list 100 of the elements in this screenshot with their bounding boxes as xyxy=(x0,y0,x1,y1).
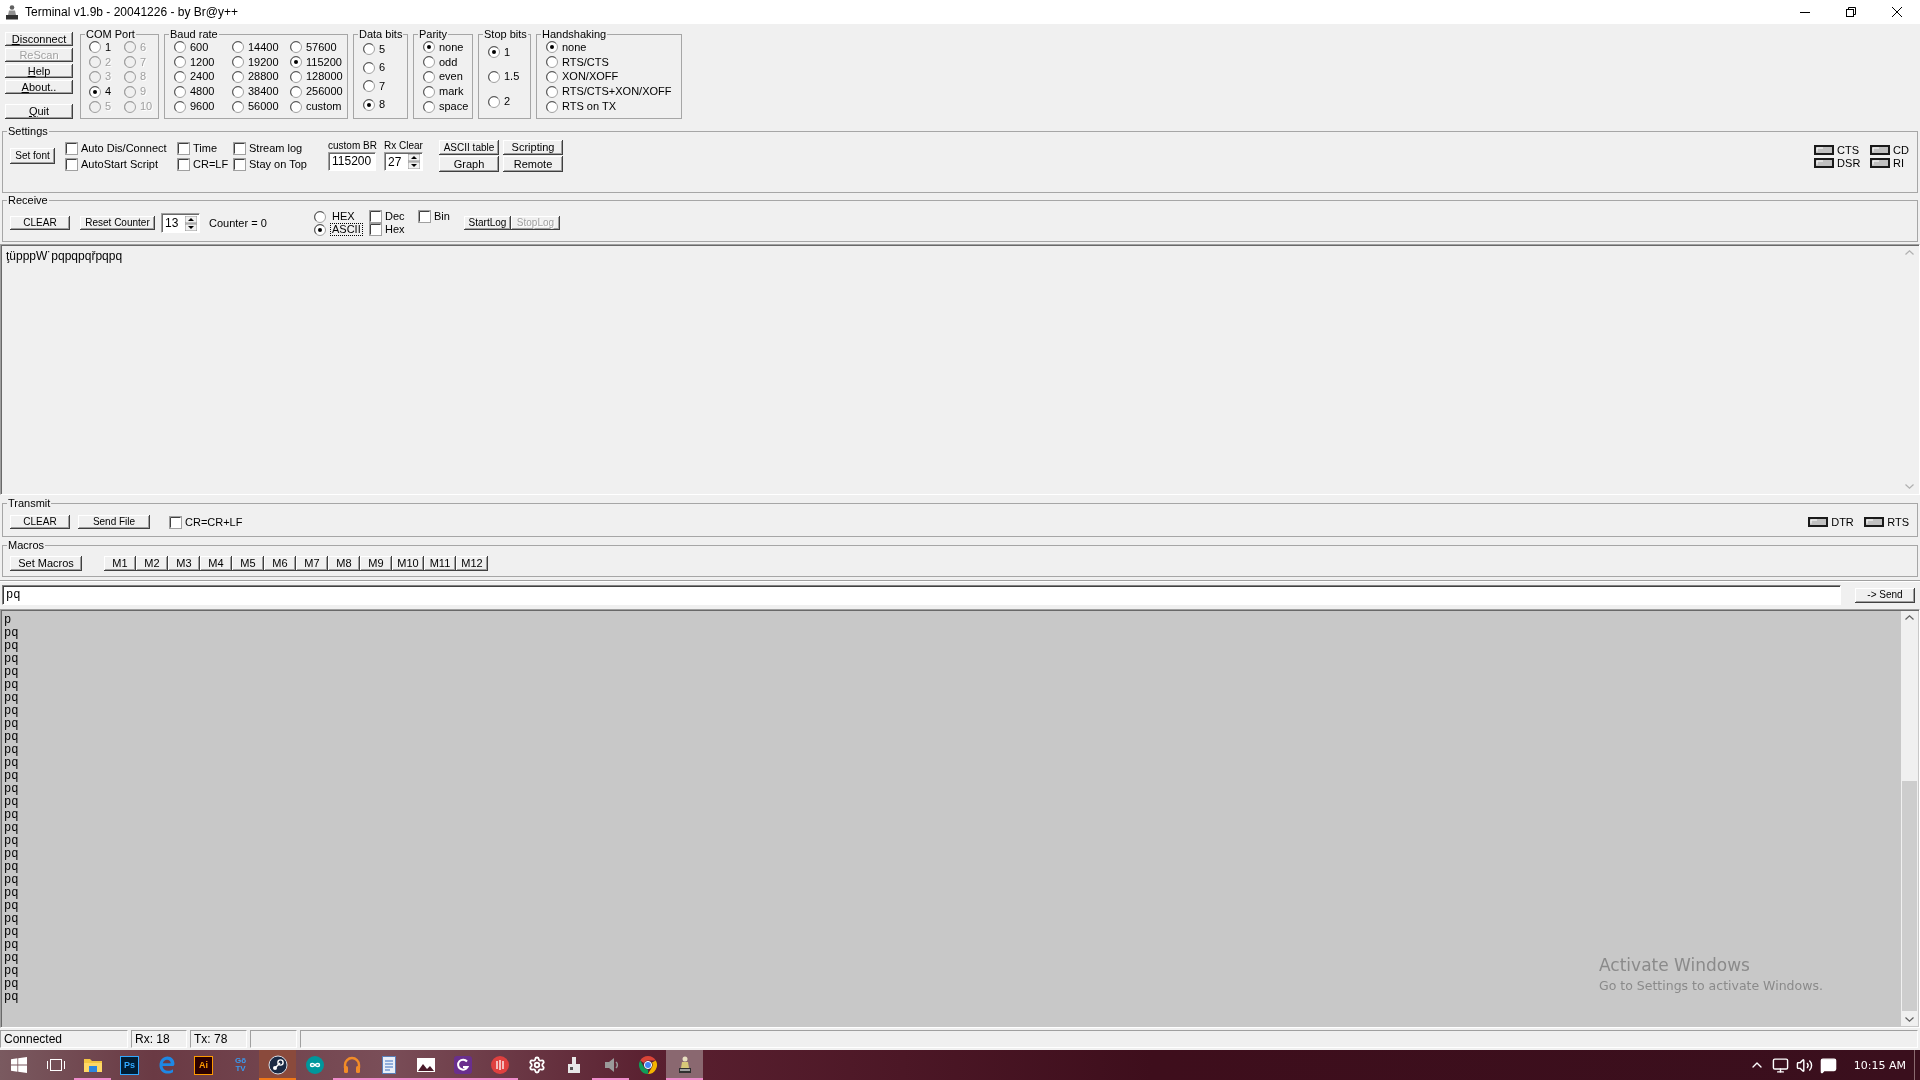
radio-option[interactable]: 1200 xyxy=(174,55,215,69)
radio-icon[interactable] xyxy=(290,100,302,113)
radio-option[interactable]: 56000 xyxy=(232,100,279,114)
radio-icon[interactable] xyxy=(174,71,186,83)
radio-icon[interactable] xyxy=(89,41,101,54)
checkbox-icon[interactable] xyxy=(177,157,190,171)
taskbar-button[interactable]: Ps xyxy=(111,1050,148,1080)
radio-option[interactable]: 256000 xyxy=(290,85,343,99)
checkbox-option[interactable]: Stream log xyxy=(233,141,303,155)
checkbox-icon[interactable] xyxy=(177,141,190,155)
radio-icon[interactable] xyxy=(290,41,302,54)
radio-icon[interactable] xyxy=(174,41,186,54)
checkbox-option[interactable]: Bin xyxy=(418,210,450,223)
radio-option[interactable]: RTS/CTS xyxy=(546,55,609,69)
radio-icon[interactable] xyxy=(423,41,435,54)
radio-option[interactable]: 1 xyxy=(488,45,511,59)
clear-button[interactable]: CLEAR xyxy=(10,515,70,529)
macro-button[interactable]: M11 xyxy=(424,555,456,571)
spin-field[interactable]: 13 xyxy=(161,213,200,233)
radio-option[interactable]: 115200 xyxy=(290,55,342,69)
macro-button[interactable]: M12 xyxy=(456,555,488,571)
macro-button[interactable]: M6 xyxy=(264,555,296,571)
radio-option[interactable]: none xyxy=(423,40,464,54)
scrollbar[interactable] xyxy=(1901,611,1918,1026)
radio-icon[interactable] xyxy=(174,56,186,69)
tool-button[interactable]: Remote xyxy=(503,156,563,172)
radio-option[interactable]: 5 xyxy=(363,42,386,56)
checkbox-icon[interactable] xyxy=(169,515,182,529)
radio-icon[interactable] xyxy=(423,56,435,69)
macro-button[interactable]: M8 xyxy=(328,555,360,571)
spin-arrows-icon[interactable] xyxy=(408,154,420,169)
taskbar-button[interactable]: Ai xyxy=(185,1050,222,1080)
checkbox-option[interactable]: Auto Dis/Connect xyxy=(65,141,167,155)
log-button[interactable]: StartLog xyxy=(464,216,511,230)
macro-button[interactable]: M5 xyxy=(232,555,264,571)
input-field[interactable]: 115200 xyxy=(328,152,376,171)
checkbox-option[interactable]: Hex xyxy=(369,223,405,236)
notifications-icon[interactable] xyxy=(1819,1056,1837,1074)
checkbox-option[interactable]: Stay on Top xyxy=(233,157,307,171)
radio-option[interactable]: 19200 xyxy=(232,55,279,69)
scroll-up-icon[interactable] xyxy=(1905,615,1914,620)
radio-option[interactable]: 1.5 xyxy=(488,70,520,84)
checkbox-icon[interactable] xyxy=(65,157,78,171)
command-button[interactable]: Help xyxy=(5,64,73,78)
radio-option[interactable]: 57600 xyxy=(290,40,337,54)
checkbox-option[interactable]: CR=CR+LF xyxy=(169,515,243,529)
radio-option[interactable]: 38400 xyxy=(232,85,279,99)
taskbar-button[interactable] xyxy=(259,1050,296,1080)
radio-option[interactable]: 4 xyxy=(89,85,112,99)
send-input-field[interactable]: pq xyxy=(2,585,1841,605)
radio-icon[interactable] xyxy=(363,80,375,93)
radio-icon[interactable] xyxy=(423,85,435,98)
scroll-down-icon[interactable] xyxy=(1905,1017,1914,1022)
radio-icon[interactable] xyxy=(546,41,558,54)
radio-option[interactable]: 128000 xyxy=(290,70,343,84)
radio-icon[interactable] xyxy=(488,95,500,108)
radio-icon[interactable] xyxy=(232,100,244,113)
radio-icon[interactable] xyxy=(232,41,244,54)
volume-icon[interactable] xyxy=(1795,1056,1813,1074)
radio-icon[interactable] xyxy=(488,46,500,59)
checkbox-option[interactable]: Time xyxy=(177,141,218,155)
macro-button[interactable]: M9 xyxy=(360,555,392,571)
radio-option[interactable]: mark xyxy=(423,85,464,99)
radio-option[interactable]: even xyxy=(423,70,463,84)
radio-option[interactable]: 600 xyxy=(174,40,209,54)
radio-option[interactable]: 9600 xyxy=(174,100,215,114)
set-macros-button[interactable]: Set Macros xyxy=(10,555,82,571)
taskbar-button[interactable] xyxy=(666,1050,703,1080)
radio-icon[interactable] xyxy=(290,71,302,83)
radio-option[interactable]: 28800 xyxy=(232,70,279,84)
scrollbar-thumb[interactable] xyxy=(1902,781,1917,1011)
radio-option[interactable]: custom xyxy=(290,100,342,114)
radio-option[interactable]: 4800 xyxy=(174,85,215,99)
radio-icon[interactable] xyxy=(423,71,435,83)
reset-counter-button[interactable]: Reset Counter xyxy=(80,216,155,230)
radio-icon[interactable] xyxy=(423,100,435,113)
radio-icon[interactable] xyxy=(290,56,302,69)
checkbox-option[interactable]: AutoStart Script xyxy=(65,157,159,171)
radio-option[interactable]: odd xyxy=(423,55,458,69)
radio-icon[interactable] xyxy=(232,71,244,83)
spin-arrows-icon[interactable] xyxy=(185,215,197,231)
tool-button[interactable]: ASCII table xyxy=(439,140,499,155)
radio-option[interactable]: space xyxy=(423,100,469,114)
send-file-button[interactable]: Send File xyxy=(78,515,150,529)
radio-icon[interactable] xyxy=(314,210,326,223)
macro-button[interactable]: M3 xyxy=(168,555,200,571)
spin-field[interactable]: 27 xyxy=(384,152,423,171)
radio-option[interactable]: HEX xyxy=(314,210,357,223)
radio-icon[interactable] xyxy=(174,85,186,98)
radio-icon[interactable] xyxy=(174,100,186,113)
radio-option[interactable]: XON/XOFF xyxy=(546,70,619,84)
radio-icon[interactable] xyxy=(546,100,558,113)
macro-button[interactable]: M2 xyxy=(136,555,168,571)
radio-icon[interactable] xyxy=(363,43,375,56)
radio-option[interactable]: RTS/CTS+XON/XOFF xyxy=(546,85,672,99)
checkbox-icon[interactable] xyxy=(233,157,246,171)
checkbox-icon[interactable] xyxy=(418,210,431,223)
radio-option[interactable]: 2400 xyxy=(174,70,215,84)
network-icon[interactable] xyxy=(1771,1056,1789,1074)
checkbox-icon[interactable] xyxy=(369,223,382,236)
